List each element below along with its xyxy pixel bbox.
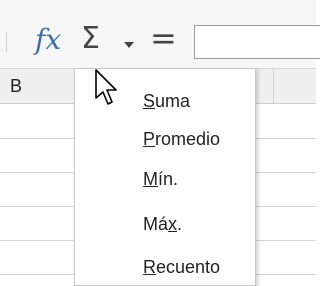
formula-icon[interactable]: = bbox=[150, 22, 177, 54]
menu-item-max[interactable]: Máx. bbox=[143, 212, 182, 236]
menu-item-recuento[interactable]: Recuento bbox=[143, 255, 220, 279]
column-divider bbox=[273, 69, 274, 103]
formula-input[interactable] bbox=[194, 25, 320, 59]
arrow-cursor-icon bbox=[95, 69, 117, 105]
formula-toolbar: fx Σ = bbox=[0, 0, 320, 69]
menu-item-suma[interactable]: Suma bbox=[143, 89, 190, 113]
function-wizard-icon[interactable]: fx bbox=[35, 24, 61, 56]
toolbar-separator bbox=[6, 32, 7, 52]
menu-item-promedio[interactable]: Promedio bbox=[143, 127, 220, 151]
chevron-down-icon[interactable] bbox=[124, 42, 134, 48]
menu-item-min[interactable]: Mín. bbox=[143, 167, 178, 191]
column-header-b[interactable]: B bbox=[10, 69, 22, 103]
sum-icon[interactable]: Σ bbox=[81, 23, 100, 55]
